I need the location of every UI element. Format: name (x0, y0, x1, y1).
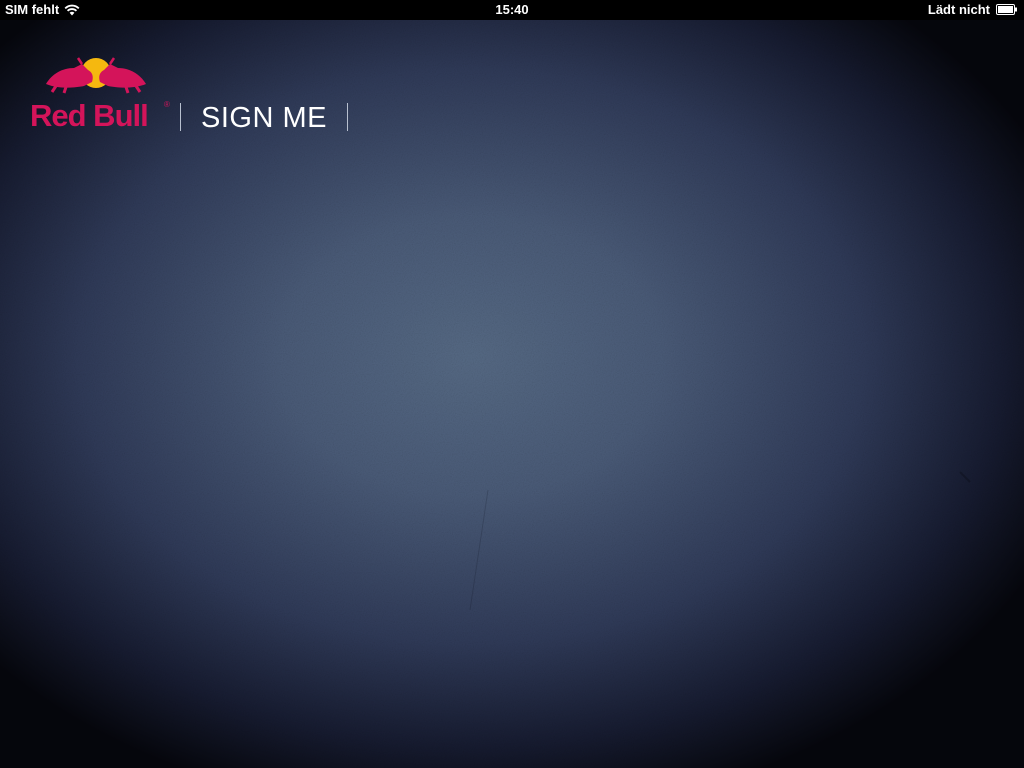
clock: 15:40 (495, 2, 529, 17)
app-title: SIGN ME (201, 102, 327, 134)
status-bar: SIM fehlt 15:40 Lädt nicht (0, 0, 1024, 20)
app-background: Red Bull ® SIGN ME (0, 20, 1024, 768)
title-divider-right (347, 103, 348, 131)
title-divider-left (180, 103, 181, 131)
red-bull-wordmark: Red Bull (30, 98, 149, 133)
registered-mark: ® (164, 100, 170, 109)
battery-status-label: Lädt nicht (927, 2, 990, 17)
brand-header: Red Bull ® SIGN ME (30, 56, 370, 136)
battery-icon (996, 4, 1018, 15)
status-right: Lädt nicht (928, 2, 1018, 17)
red-bull-bulls-icon (44, 56, 148, 101)
